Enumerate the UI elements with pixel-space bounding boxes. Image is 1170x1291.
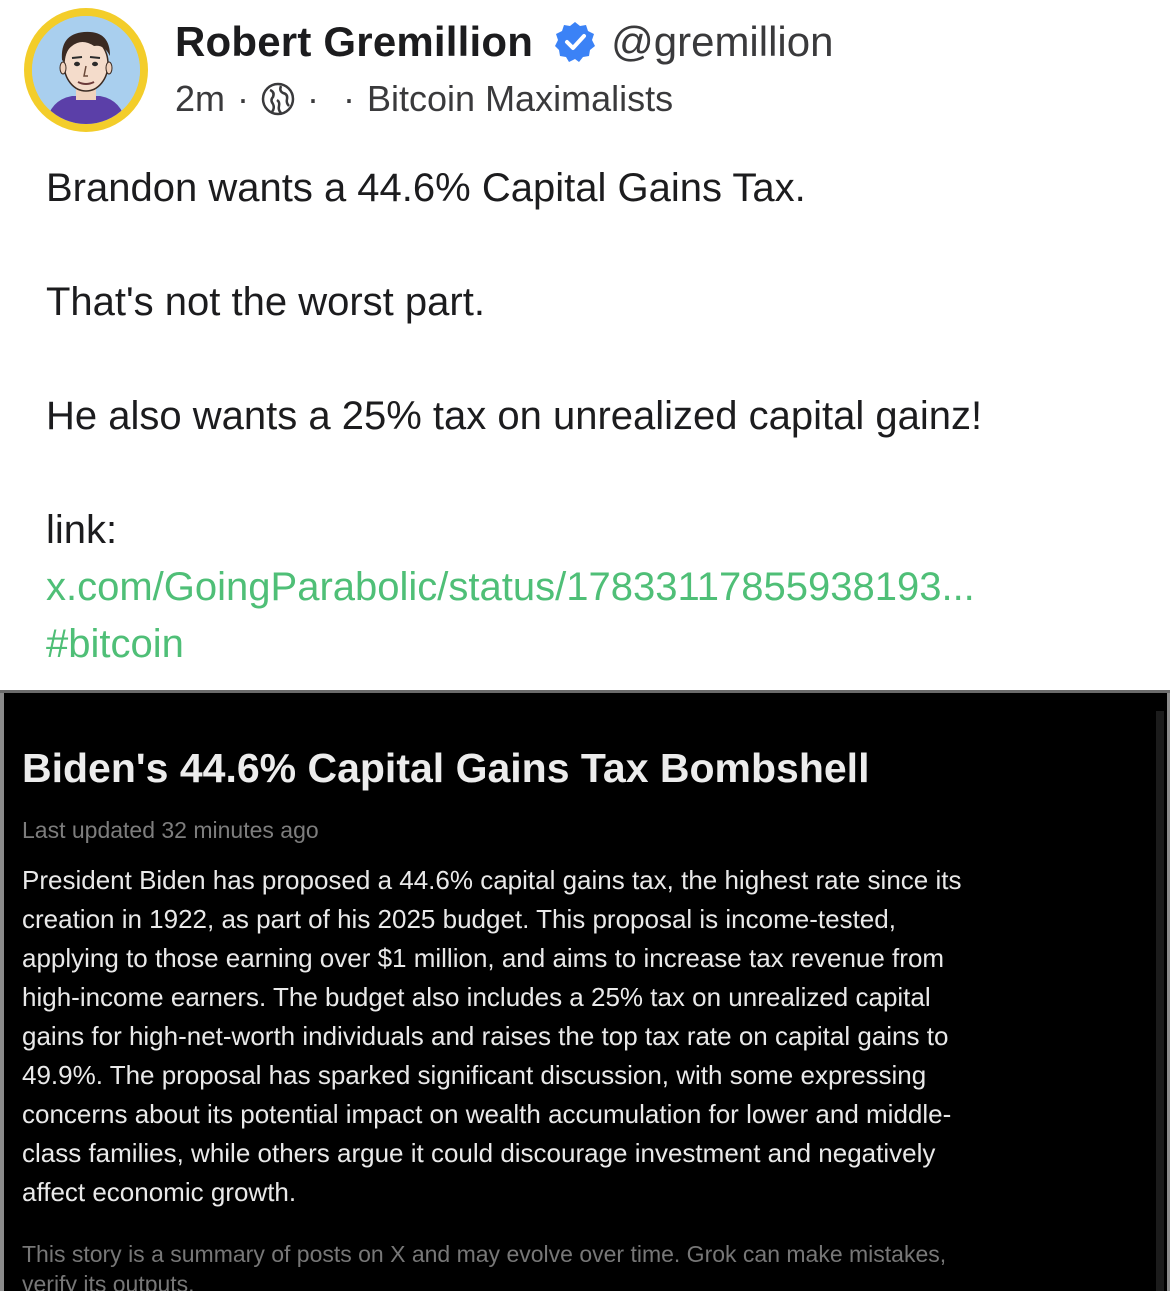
avatar[interactable] [24,8,148,132]
post-link[interactable]: x.com/GoingParabolic/status/178331178559… [46,559,1136,616]
author-name[interactable]: Robert Gremillion [175,18,533,66]
post-meta: 2m · · · Bitcoin Maximalists [175,76,673,122]
globe-icon [261,82,295,116]
verified-badge-icon [553,20,597,64]
summary-line: President Biden has proposed a 44.6% cap… [22,865,962,895]
story-updated: Last updated 32 minutes ago [22,817,319,843]
post-header: Robert Gremillion @gremillion 2m · · · B… [24,8,1144,138]
separator-dot: · [237,78,250,119]
summary-line: high-income earners. The budget also inc… [22,982,931,1012]
disclaimer-line: This story is a summary of posts on X an… [22,1241,947,1267]
disclaimer-line: verify its outputs. [22,1271,195,1291]
post-text-line: That's not the worst part. [46,280,485,324]
story-summary: President Biden has proposed a 44.6% cap… [22,861,1132,1212]
story-title: Biden's 44.6% Capital Gains Tax Bombshel… [22,745,870,791]
story-disclaimer: This story is a summary of posts on X an… [22,1239,1132,1291]
card-scrollbar [1156,711,1164,1291]
summary-line: gains for high-net-worth individuals and… [22,1021,949,1051]
author-line: Robert Gremillion @gremillion [175,14,833,70]
post-body: Brandon wants a 44.6% Capital Gains Tax.… [46,160,1136,673]
summary-line: creation in 1922, as part of his 2025 bu… [22,904,896,934]
summary-line: class families, while others argue it co… [22,1138,936,1168]
cartoon-portrait-avatar-icon [32,16,140,124]
embedded-screenshot[interactable]: Biden's 44.6% Capital Gains Tax Bombshel… [0,690,1170,1291]
hashtag-link[interactable]: #bitcoin [46,616,1136,673]
post-card: Robert Gremillion @gremillion 2m · · · B… [0,0,1170,1291]
group-name[interactable]: Bitcoin Maximalists [367,78,673,120]
summary-line: applying to those earning over $1 millio… [22,943,945,973]
separator-dot: · [307,78,320,119]
separator-dot: · [343,78,356,119]
link-label: link: [46,508,118,552]
post-time[interactable]: 2m [175,78,225,120]
card-border-left [0,693,4,1291]
summary-line: affect economic growth. [22,1177,297,1207]
post-text-line: Brandon wants a 44.6% Capital Gains Tax. [46,166,806,210]
author-handle[interactable]: @gremillion [611,18,833,66]
avatar-image [32,16,140,124]
summary-line: concerns about its potential impact on w… [22,1099,952,1129]
post-text-line: He also wants a 25% tax on unrealized ca… [46,394,983,438]
summary-line: 49.9%. The proposal has sparked signific… [22,1060,927,1090]
